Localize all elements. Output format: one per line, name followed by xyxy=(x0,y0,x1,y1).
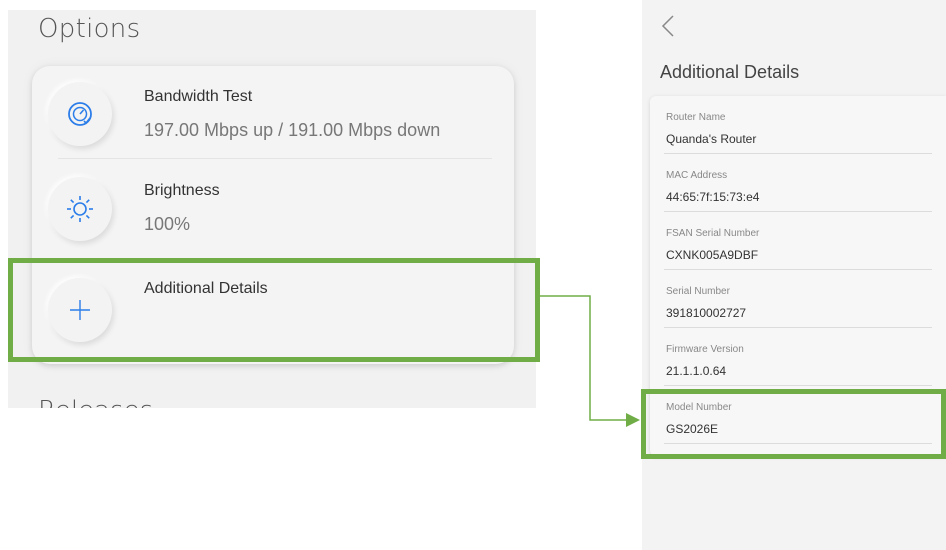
detail-label: Firmware Version xyxy=(666,344,744,355)
highlight-box-model-number xyxy=(641,389,946,459)
detail-row-firmware-version: Firmware Version 21.1.1.0.64 xyxy=(664,328,932,386)
option-bandwidth-test[interactable]: Bandwidth Test 197.00 Mbps up / 191.00 M… xyxy=(32,66,514,156)
detail-row-mac-address: MAC Address 44:65:7f:15:73:e4 xyxy=(664,154,932,212)
option-subtitle: 197.00 Mbps up / 191.00 Mbps down xyxy=(144,120,441,140)
detail-value: 21.1.1.0.64 xyxy=(666,364,727,378)
detail-value: 391810002727 xyxy=(666,306,747,320)
option-brightness[interactable]: Brightness 100% xyxy=(32,160,514,256)
detail-label: MAC Address xyxy=(666,170,728,181)
detail-value: 44:65:7f:15:73:e4 xyxy=(666,190,760,204)
divider xyxy=(58,158,492,159)
detail-value: Quanda's Router xyxy=(666,132,757,146)
options-title: Options xyxy=(38,14,141,44)
detail-row-router-name: Router Name Quanda's Router xyxy=(664,96,932,154)
speedometer-icon xyxy=(48,82,112,146)
highlight-box-additional-details xyxy=(8,258,540,362)
chevron-left-icon xyxy=(661,15,674,37)
detail-value: CXNK005A9DBF xyxy=(666,248,759,262)
option-subtitle: 100% xyxy=(144,214,191,234)
section-heading-partial: Releases xyxy=(38,396,153,408)
page-title: Additional Details xyxy=(660,62,800,82)
option-title: Bandwidth Test xyxy=(144,88,253,105)
detail-label: Serial Number xyxy=(666,286,730,297)
detail-row-fsan-serial: FSAN Serial Number CXNK005A9DBF xyxy=(664,212,932,270)
detail-label: Router Name xyxy=(666,112,726,123)
additional-details-panel: Additional Details Router Name Quanda's … xyxy=(642,0,946,550)
detail-label: FSAN Serial Number xyxy=(666,228,760,239)
back-button[interactable] xyxy=(656,12,680,40)
brightness-icon xyxy=(48,177,112,241)
option-title: Brightness xyxy=(144,182,220,199)
detail-row-serial-number: Serial Number 391810002727 xyxy=(664,270,932,328)
